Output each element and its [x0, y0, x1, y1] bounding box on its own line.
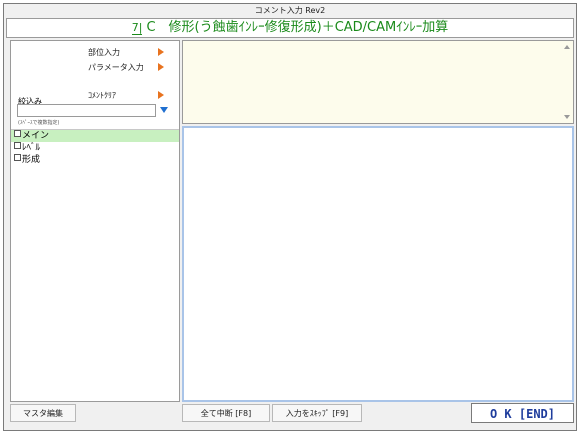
parameter-input-button[interactable]: パラメータ入力 — [88, 61, 169, 74]
skip-input-button[interactable]: 入力をｽｷｯﾌﾟ [F9] — [272, 404, 362, 422]
category-tree: メイン ﾚﾍﾞﾙ 形成 — [11, 129, 179, 166]
tree-item-formation[interactable]: 形成 — [11, 154, 179, 166]
checkbox-icon[interactable] — [14, 154, 21, 161]
filter-input[interactable] — [17, 104, 156, 117]
site-input-label: 部位入力 — [88, 48, 120, 57]
tree-item-label: 形成 — [22, 155, 41, 165]
cancel-all-button[interactable]: 全て中断 [F8] — [182, 404, 270, 422]
triangle-down-icon[interactable] — [160, 107, 168, 113]
tree-item-label: ﾚﾍﾞﾙ — [22, 143, 41, 153]
scroll-down-icon[interactable] — [564, 115, 570, 119]
window-title: コメント入力 Rev2 — [4, 4, 576, 17]
procedure-name: C 修形(う蝕歯ｲﾝﾚｰ修復形成)＋CAD/CAMｲﾝﾚｰ加算 — [146, 20, 449, 35]
tree-item-main[interactable]: メイン — [11, 130, 179, 142]
tooth-number: 7| — [131, 21, 143, 35]
left-panel: 部位入力 パラメータ入力 ｺﾒﾝﾄｸﾘｱ 絞込み (ｽﾍﾟｰｽで複数指定) メイ… — [10, 40, 180, 402]
comment-clear-label: ｺﾒﾝﾄｸﾘｱ — [88, 91, 116, 100]
comment-input-window: コメント入力 Rev2 7| C 修形(う蝕歯ｲﾝﾚｰ修復形成)＋CAD/CAMｲ… — [3, 3, 577, 431]
tree-item-level[interactable]: ﾚﾍﾞﾙ — [11, 142, 179, 154]
parameter-input-label: パラメータ入力 — [88, 63, 144, 72]
master-edit-button[interactable]: マスタ編集 — [10, 404, 76, 422]
filter-hint: (ｽﾍﾟｰｽで複数指定) — [18, 120, 60, 126]
scroll-up-icon[interactable] — [564, 45, 570, 49]
checkbox-icon[interactable] — [14, 142, 21, 149]
site-input-button[interactable]: 部位入力 — [88, 46, 169, 59]
procedure-header: 7| C 修形(う蝕歯ｲﾝﾚｰ修復形成)＋CAD/CAMｲﾝﾚｰ加算 — [6, 18, 574, 38]
triangle-right-icon — [158, 91, 164, 99]
triangle-right-icon — [158, 48, 164, 56]
tree-item-label: メイン — [22, 131, 50, 141]
selected-comment-pane[interactable] — [182, 40, 574, 124]
ok-button[interactable]: O K [END] — [471, 403, 574, 423]
triangle-right-icon — [158, 63, 164, 71]
comment-list-pane[interactable] — [182, 126, 574, 402]
checkbox-icon[interactable] — [14, 130, 21, 137]
comment-clear-button[interactable]: ｺﾒﾝﾄｸﾘｱ — [88, 89, 169, 102]
